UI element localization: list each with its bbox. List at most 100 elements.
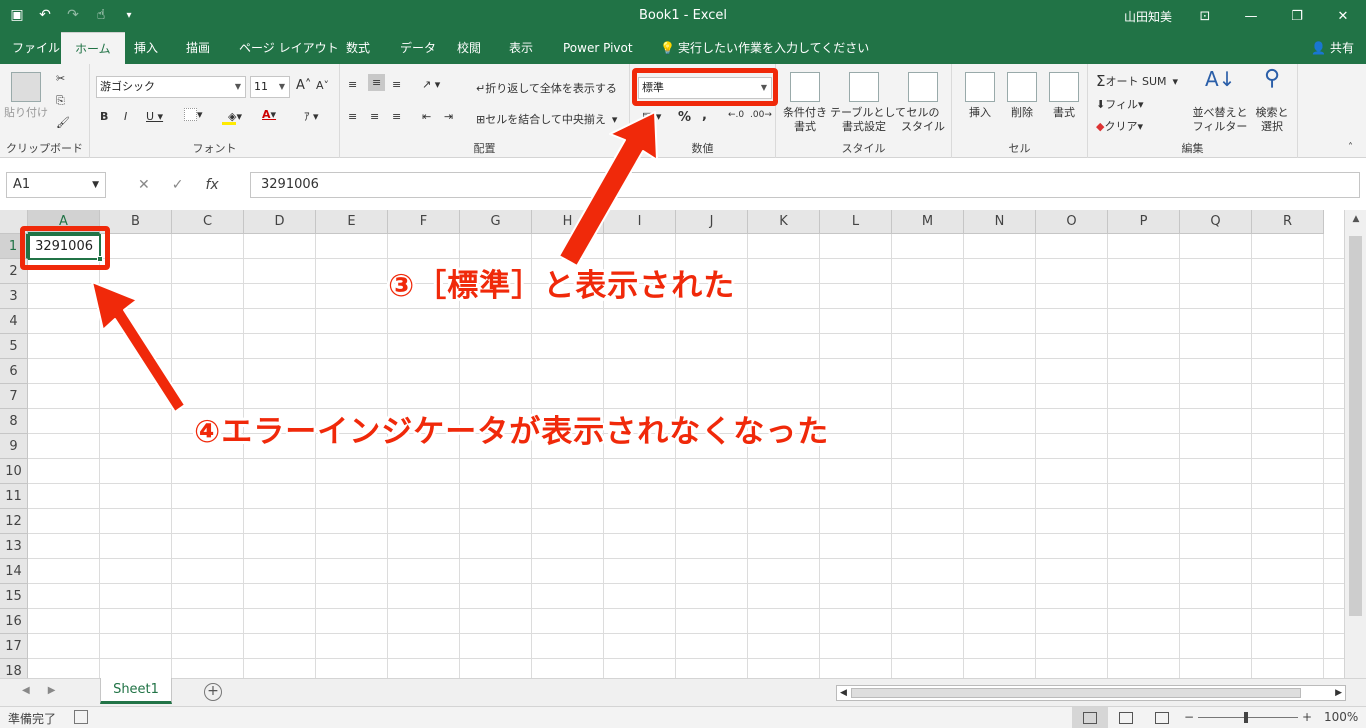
name-box[interactable]: A1 ▼ <box>6 172 106 198</box>
row-header-11[interactable]: 11 <box>0 484 28 509</box>
column-header-m[interactable]: M <box>892 210 964 234</box>
merge-center-button[interactable]: ⊞ セルを結合して中央揃え ▾ <box>476 111 617 127</box>
formula-input[interactable]: 3291006 <box>250 172 1360 198</box>
paste-button[interactable]: 貼り付け <box>4 72 48 120</box>
column-header-q[interactable]: Q <box>1180 210 1252 234</box>
font-size-select[interactable]: 11 ▼ <box>250 76 290 98</box>
tab-page-layout[interactable]: ページ レイアウト <box>239 32 339 64</box>
tab-power-pivot[interactable]: Power Pivot <box>563 32 633 64</box>
row-header-7[interactable]: 7 <box>0 384 28 409</box>
row-header-3[interactable]: 3 <box>0 284 28 309</box>
find-select-button[interactable]: ⚲ 検索と 選択 <box>1250 68 1294 134</box>
page-break-view-icon[interactable] <box>1144 707 1180 728</box>
tab-view[interactable]: 表示 <box>509 32 533 64</box>
font-name-select[interactable]: 游ゴシック ▼ <box>96 76 246 98</box>
column-header-p[interactable]: P <box>1108 210 1180 234</box>
row-header-12[interactable]: 12 <box>0 509 28 534</box>
user-name[interactable]: 山田知美 <box>1124 8 1172 25</box>
row-header-10[interactable]: 10 <box>0 459 28 484</box>
delete-cells-button[interactable]: 削除 <box>1002 72 1042 120</box>
increase-decimal-icon[interactable]: ←.0 <box>728 110 744 120</box>
format-painter-icon[interactable]: 🖌 <box>56 116 70 129</box>
comma-style-icon[interactable]: , <box>702 108 707 123</box>
bold-icon[interactable]: B <box>100 110 108 123</box>
fill-button[interactable]: ⬇ フィル ▾ <box>1096 96 1144 112</box>
row-header-15[interactable]: 15 <box>0 584 28 609</box>
row-header-9[interactable]: 9 <box>0 434 28 459</box>
zoom-slider[interactable] <box>1198 712 1298 723</box>
decrease-indent-icon[interactable]: ⇤ <box>422 110 431 123</box>
column-header-n[interactable]: N <box>964 210 1036 234</box>
cell-styles-button[interactable]: セルの スタイル <box>898 72 948 134</box>
page-layout-view-icon[interactable] <box>1108 707 1144 728</box>
scroll-right-icon[interactable]: ▶ <box>1335 686 1342 700</box>
accounting-format-icon[interactable]: ▤ ▾ <box>642 110 661 123</box>
share-button[interactable]: 👤 共有 <box>1311 32 1354 64</box>
add-sheet-icon[interactable]: + <box>204 683 222 701</box>
clear-button[interactable]: ◆ クリア ▾ <box>1096 118 1143 134</box>
column-header-k[interactable]: K <box>748 210 820 234</box>
row-header-8[interactable]: 8 <box>0 409 28 434</box>
close-icon[interactable]: ✕ <box>1320 0 1366 32</box>
zoom-slider-knob[interactable] <box>1244 712 1248 723</box>
column-header-o[interactable]: O <box>1036 210 1108 234</box>
normal-view-icon[interactable] <box>1072 707 1108 728</box>
cancel-icon[interactable]: ✕ <box>138 177 150 193</box>
align-right-icon[interactable]: ≡ <box>392 110 401 123</box>
percent-style-icon[interactable]: % <box>678 110 691 125</box>
phonetic-icon[interactable]: ｱ ▾ <box>304 108 319 124</box>
border-icon[interactable]: ▾ <box>184 108 203 121</box>
insert-function-icon[interactable]: fx <box>205 177 218 193</box>
column-header-f[interactable]: F <box>388 210 460 234</box>
insert-cells-button[interactable]: 挿入 <box>960 72 1000 120</box>
column-header-r[interactable]: R <box>1252 210 1324 234</box>
fill-color-icon[interactable]: ◈ ▾ <box>222 108 242 125</box>
minimize-icon[interactable]: — <box>1228 0 1274 32</box>
align-center-icon[interactable]: ≡ <box>370 110 379 123</box>
shrink-font-icon[interactable]: A˅ <box>316 79 329 92</box>
collapse-ribbon-icon[interactable]: ˄ <box>1348 142 1353 153</box>
row-header-14[interactable]: 14 <box>0 559 28 584</box>
column-header-d[interactable]: D <box>244 210 316 234</box>
row-header-5[interactable]: 5 <box>0 334 28 359</box>
tab-draw[interactable]: 描画 <box>186 32 210 64</box>
align-middle-icon[interactable]: ≡ <box>368 74 386 91</box>
align-left-icon[interactable]: ≡ <box>348 110 357 123</box>
align-top-icon[interactable]: ≡ <box>348 78 357 91</box>
zoom-out-icon[interactable]: − <box>1184 710 1194 724</box>
column-header-g[interactable]: G <box>460 210 532 234</box>
tab-data[interactable]: データ <box>400 32 436 64</box>
row-header-17[interactable]: 17 <box>0 634 28 659</box>
column-header-c[interactable]: C <box>172 210 244 234</box>
italic-icon[interactable]: I <box>124 110 127 123</box>
tab-formulas[interactable]: 数式 <box>346 32 370 64</box>
align-bottom-icon[interactable]: ≡ <box>392 78 401 91</box>
orientation-icon[interactable]: ↗ ▾ <box>422 78 440 91</box>
zoom-in-icon[interactable]: + <box>1302 710 1312 724</box>
restore-icon[interactable]: ❐ <box>1274 0 1320 32</box>
wrap-text-button[interactable]: ↵ 折り返して全体を表示する <box>476 80 617 96</box>
decrease-decimal-icon[interactable]: .00→ <box>750 110 772 120</box>
column-header-b[interactable]: B <box>100 210 172 234</box>
tab-insert[interactable]: 挿入 <box>134 32 158 64</box>
underline-icon[interactable]: U ▾ <box>146 110 163 123</box>
column-header-h[interactable]: H <box>532 210 604 234</box>
column-header-l[interactable]: L <box>820 210 892 234</box>
scroll-up-icon[interactable]: ▲ <box>1345 214 1366 224</box>
format-as-table-button[interactable]: テーブルとして 書式設定 <box>830 72 906 134</box>
column-header-i[interactable]: I <box>604 210 676 234</box>
tell-me-box[interactable]: 実行したい作業を入力してください <box>678 32 869 64</box>
tell-me-icon[interactable]: 💡 <box>660 32 675 64</box>
row-header-13[interactable]: 13 <box>0 534 28 559</box>
row-header-4[interactable]: 4 <box>0 309 28 334</box>
column-header-j[interactable]: J <box>676 210 748 234</box>
conditional-formatting-button[interactable]: 条件付き 書式 <box>780 72 830 134</box>
row-header-6[interactable]: 6 <box>0 359 28 384</box>
zoom-level[interactable]: 100% <box>1324 710 1358 724</box>
tab-file[interactable]: ファイル <box>12 32 60 64</box>
sort-filter-button[interactable]: A↓ 並べ替えと フィルター <box>1190 69 1250 134</box>
tab-review[interactable]: 校閲 <box>457 32 481 64</box>
format-cells-button[interactable]: 書式 <box>1044 72 1084 120</box>
autosum-button[interactable]: Σ オート SUM ▾ <box>1096 72 1178 90</box>
horizontal-scroll-thumb[interactable] <box>851 688 1301 698</box>
